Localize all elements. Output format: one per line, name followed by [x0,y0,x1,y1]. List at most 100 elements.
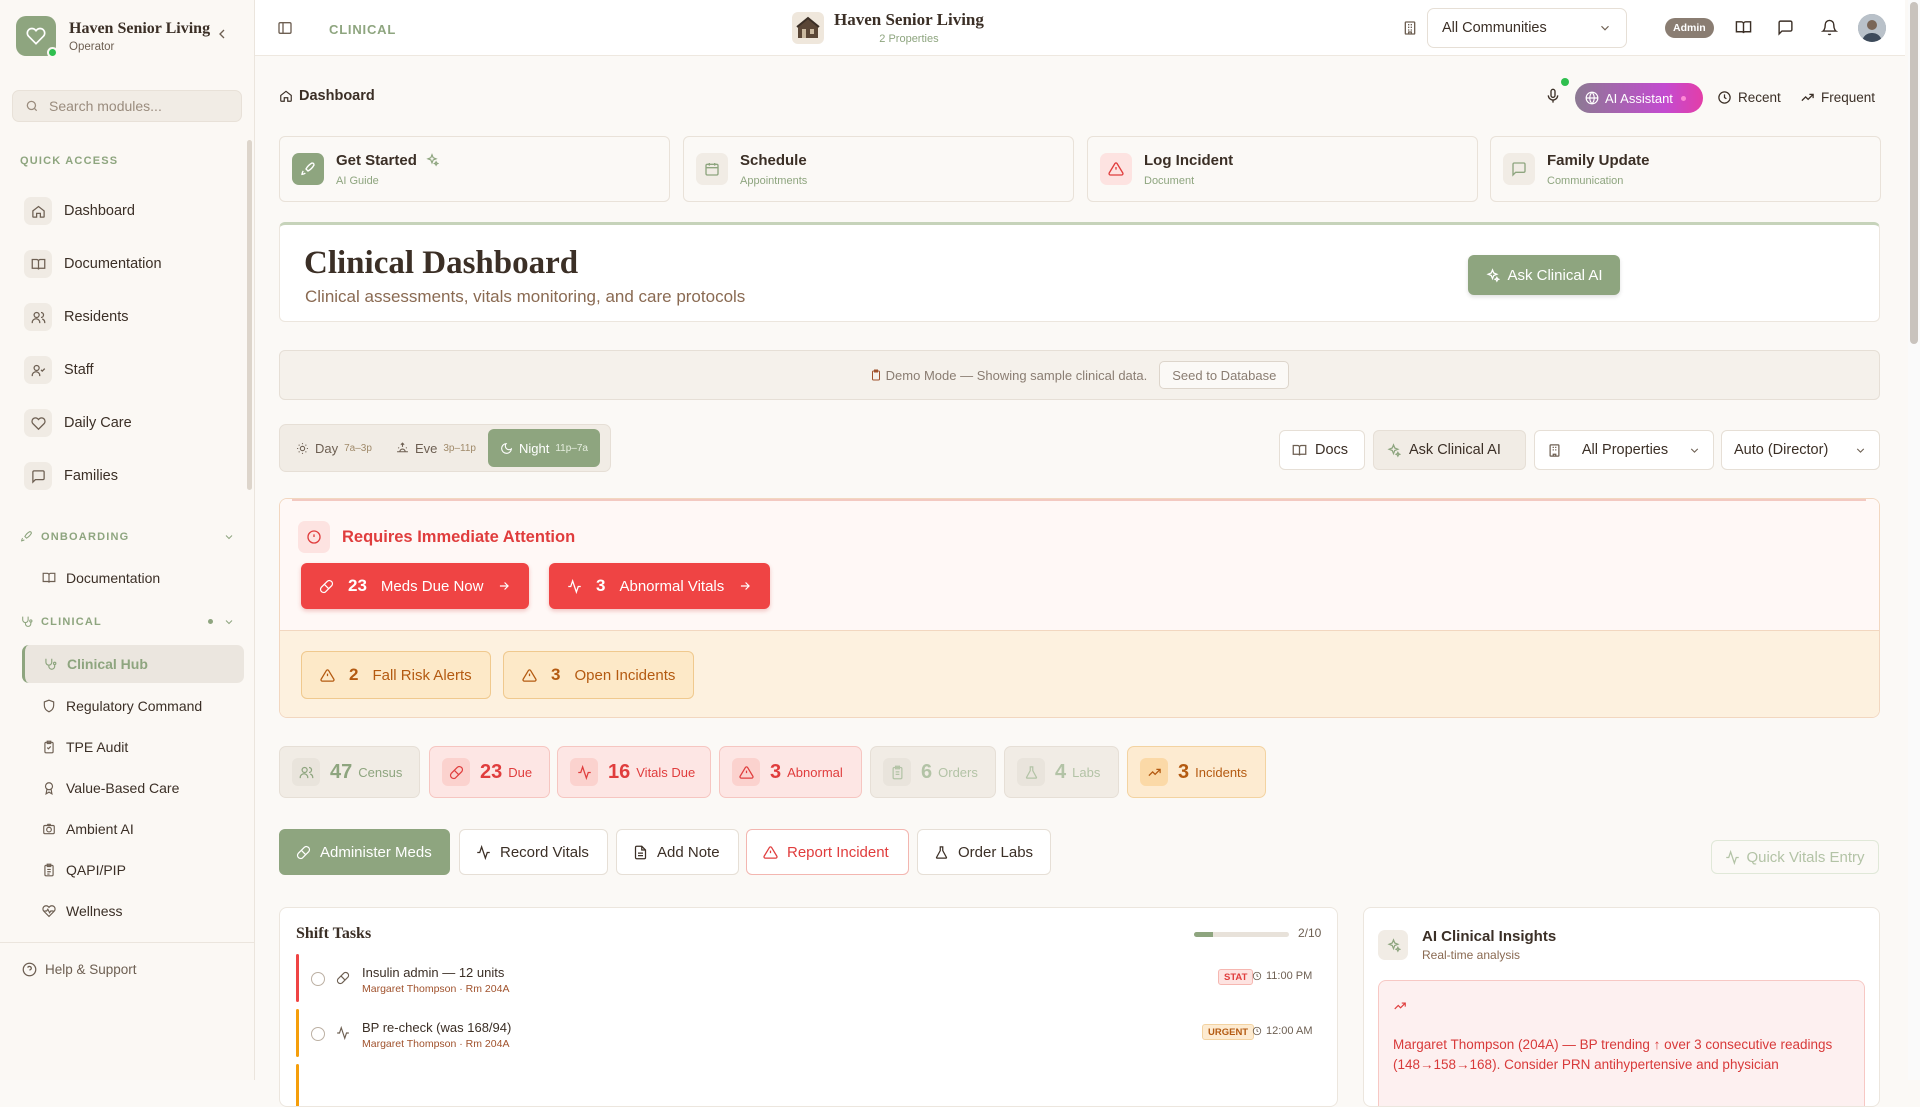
stat-label: Incidents [1195,764,1248,780]
stat-census[interactable]: 47 Census [279,746,420,798]
stat-vitals-due[interactable]: 16 Vitals Due [557,746,711,798]
properties-select[interactable]: All Properties [1534,430,1714,470]
mic-live-dot [1561,78,1569,86]
task-row[interactable]: Insulin admin — 12 units Margaret Thomps… [296,954,1324,1002]
moon-icon [501,442,513,454]
camera-icon [43,823,55,835]
record-vitals-button[interactable]: Record Vitals [459,829,608,875]
schedule-card[interactable]: Schedule Appointments [683,136,1074,202]
module-search-input[interactable]: Search modules... [12,90,242,122]
sidebar-item-staff[interactable]: Staff [24,350,234,390]
open-incidents-button[interactable]: 3 Open Incidents [503,651,695,699]
breadcrumb[interactable]: Dashboard [279,88,375,104]
bell-icon[interactable] [1821,19,1838,36]
sidebar-item-label: Daily Care [64,415,132,431]
shift-day-tab[interactable]: Day 7a–3p [284,429,384,467]
community-select-value: All Communities [1442,20,1547,36]
heart-icon [24,409,52,437]
stat-labs[interactable]: 4 Labs [1004,746,1119,798]
demo-mode-banner: Demo Mode — Showing sample clinical data… [279,350,1880,400]
stethoscope-icon [45,658,57,670]
sidebar-scrollbar[interactable] [247,140,252,490]
insight-card[interactable]: Margaret Thompson (204A) — BP trending ↑… [1378,980,1865,1106]
sidebar-item-families[interactable]: Families [24,456,234,496]
microphone-icon[interactable] [1545,88,1561,104]
order-labs-button[interactable]: Order Labs [917,829,1051,875]
sidebar-item-onboarding-documentation[interactable]: Documentation [22,559,244,597]
shift-eve-tab[interactable]: Eve 3p–11p [384,429,488,467]
role-select[interactable]: Auto (Director) [1721,430,1880,470]
stat-orders[interactable]: 6 Orders [870,746,996,798]
fall-risk-alerts-button[interactable]: 2 Fall Risk Alerts [301,651,491,699]
book-open-icon[interactable] [1735,19,1752,36]
sidebar-item-documentation[interactable]: Documentation [24,244,234,284]
sparkles-icon [1486,267,1501,283]
priority-bar [296,954,299,1002]
ask-clinical-ai-button[interactable]: Ask Clinical AI [1468,255,1620,295]
stat-label: Labs [1072,764,1101,780]
sidebar-item-wellness[interactable]: Wellness [22,892,244,930]
stat-due[interactable]: 23 Due [429,746,550,798]
recent-button[interactable]: Recent [1717,90,1781,105]
log-incident-card[interactable]: Log Incident Document [1087,136,1478,202]
shift-tasks-panel: Shift Tasks 2/10 Insulin admin — 12 unit… [279,907,1338,1107]
clinical-section-toggle[interactable]: CLINICAL [20,615,235,628]
onboarding-section-toggle[interactable]: ONBOARDING [20,530,235,543]
task-checkbox[interactable] [311,972,325,986]
ask-clinical-ai-secondary-button[interactable]: Ask Clinical AI [1373,430,1526,470]
meds-due-now-button[interactable]: 23 Meds Due Now [301,563,530,609]
page-subtitle: Clinical assessments, vitals monitoring,… [305,287,746,306]
task-row[interactable] [296,1064,1324,1106]
sidebar-item-label: Families [64,468,118,484]
docs-button[interactable]: Docs [1279,430,1365,470]
task-row[interactable]: BP re-check (was 168/94) Margaret Thomps… [296,1009,1324,1057]
button-label: Add Note [657,843,720,861]
ai-assistant-button[interactable]: AI Assistant [1575,83,1703,113]
building-icon [1549,443,1560,457]
sidebar-item-ambient-ai[interactable]: Ambient AI [22,810,244,848]
stat-incidents[interactable]: 3 Incidents [1127,746,1266,798]
quick-vitals-entry-button[interactable]: Quick Vitals Entry [1711,840,1879,874]
card-title: Log Incident [1144,151,1234,169]
message-square-icon[interactable] [1777,19,1794,36]
task-checkbox[interactable] [311,1027,325,1041]
shift-night-tab[interactable]: Night 11p–7a [487,429,600,467]
chevron-left-icon[interactable] [214,26,230,42]
sidebar-item-dashboard[interactable]: Dashboard [24,191,234,231]
sidebar-item-tpe-audit[interactable]: TPE Audit [22,728,244,766]
seed-database-button[interactable]: Seed to Database [1159,361,1290,389]
org-switcher[interactable]: Haven Senior Living 2 Properties [792,10,984,45]
stat-abnormal[interactable]: 3 Abnormal [719,746,862,798]
get-started-card[interactable]: Get Started AI Guide [279,136,670,202]
panel-toggle-icon[interactable] [277,20,293,36]
scrollbar-thumb[interactable] [1910,2,1918,344]
card-title: Schedule [740,151,807,169]
sidebar-item-value-based-care[interactable]: Value-Based Care [22,769,244,807]
button-label: Ask Clinical AI [1409,442,1501,458]
page-scrollbar[interactable] [1908,0,1920,1080]
sidebar-item-residents[interactable]: Residents [24,297,234,337]
active-dot [208,619,213,624]
sidebar-item-clinical-hub[interactable]: Clinical Hub [22,645,244,683]
avatar[interactable] [1858,14,1886,42]
users-icon [292,758,320,786]
sparkles-icon [426,153,439,167]
add-note-button[interactable]: Add Note [616,829,739,875]
sunset-icon [397,441,408,452]
sidebar-item-daily-care[interactable]: Daily Care [24,403,234,443]
brand[interactable]: Haven Senior Living Operator [16,16,210,58]
administer-meds-button[interactable]: Administer Meds [279,829,450,875]
stat-label: Abnormal [787,764,843,780]
family-update-card[interactable]: Family Update Communication [1490,136,1881,202]
sidebar-item-qapi-pip[interactable]: QAPI/PIP [22,851,244,889]
report-incident-button[interactable]: Report Incident [746,829,909,875]
frequent-button[interactable]: Frequent [1800,90,1875,105]
sidebar-item-regulatory-command[interactable]: Regulatory Command [22,687,244,725]
fall-risk-label: Fall Risk Alerts [372,666,472,684]
help-support-link[interactable]: Help & Support [22,962,137,977]
abnormal-vitals-label: Abnormal Vitals [619,577,725,595]
sidebar-item-label: Ambient AI [66,821,134,837]
chevron-down-icon [225,534,233,539]
abnormal-vitals-button[interactable]: 3 Abnormal Vitals [549,563,771,609]
community-select[interactable]: All Communities [1427,8,1627,48]
